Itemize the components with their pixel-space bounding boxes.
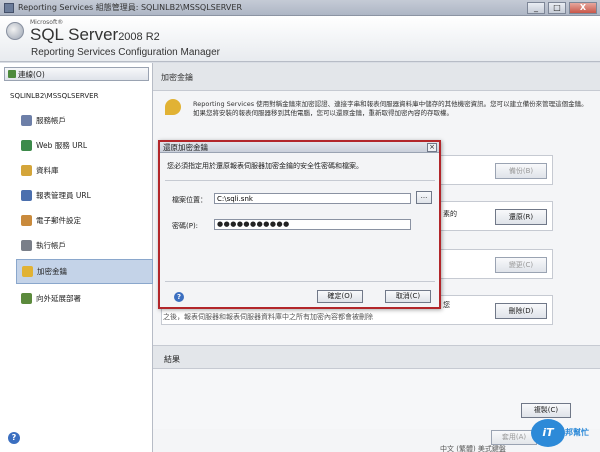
nav-item-label: 電子郵件設定 [36,215,81,225]
nav-item-label: 資料庫 [36,165,59,175]
nav-item-database[interactable]: 資料庫 [16,159,153,181]
dialog-message: 您必須指定用於還原報表伺服器加密金鑰的安全性密碼和檔案。 [167,162,363,170]
watermark-logo-a: iT [531,419,565,447]
ithome-watermark-logo: iT 邦幫忙 [531,419,597,449]
dialog-title: 還原加密金鑰 × [160,142,439,153]
nav-item-email-settings[interactable]: 電子郵件設定 [16,209,153,231]
brand-sql-text: SQL Server [30,25,119,44]
delete-partial-text-2: 之後，報表伺服器和報表伺服器資料庫中之所有加密內容都會被刪除 [163,313,373,321]
nav-item-web-service-url[interactable]: Web 服務 URL [16,134,153,156]
left-navigation: 連線(O) SQLINLB2\MSSQLSERVER 服務帳戶 Web 服務 U… [0,63,153,452]
nav-item-report-manager-url[interactable]: 報表管理員 URL [16,184,153,206]
nav-item-label: 報表管理員 URL [36,190,91,200]
nav-item-execution-account[interactable]: 執行帳戶 [16,234,153,256]
nav-item-label: 執行帳戶 [36,240,66,250]
section-header: 加密金鑰 [153,63,600,91]
password-input[interactable]: ●●●●●●●●●●● [214,219,411,230]
section-title: 加密金鑰 [161,73,193,82]
brand-version: 2008 R2 [118,31,160,43]
connect-button[interactable]: 連線(O) [4,67,149,81]
maximize-button[interactable]: □ [548,1,566,14]
dialog-separator [165,180,435,181]
restore-partial-text: 素的 [443,210,457,218]
key-icon [22,266,33,277]
delete-partial-text-1: 您 [443,301,450,309]
delete-button[interactable]: 刪除(D) [495,303,547,319]
nav-item-label: Web 服務 URL [36,140,87,150]
nav-item-label: 向外延展部署 [36,293,81,303]
brand-product-name: Reporting Services Configuration Manager [31,47,220,58]
brand-sql-server: SQL Server2008 R2 [30,25,160,45]
watermark-logo-b: 邦幫忙 [565,428,589,437]
backup-button[interactable]: 備份(B) [495,163,547,179]
nav-item-encryption-keys[interactable]: 加密金鑰 [16,259,153,284]
file-location-label: 檔案位置： [172,196,207,204]
file-location-input[interactable] [214,193,411,204]
dialog-close-button[interactable]: × [427,143,437,152]
window-title-bar: Reporting Services 組態管理員: SQLINLB2\MSSQL… [0,0,600,16]
report-manager-icon [21,189,32,201]
database-icon [21,164,32,176]
ok-button[interactable]: 確定(O) [317,290,363,303]
password-label: 密碼(P): [172,222,199,230]
description-text: Reporting Services 使用對稱金鑰來加密認證、連接字串和報表伺服… [193,100,588,117]
service-account-icon [21,114,32,126]
dialog-footer-separator [165,281,435,282]
nav-item-service-account[interactable]: 服務帳戶 [16,109,153,131]
nav-item-scale-out-deployment[interactable]: 向外延展部署 [16,287,153,309]
cancel-button[interactable]: 取消(C) [385,290,431,303]
web-service-icon [21,139,32,151]
results-title: 結果 [164,355,180,364]
restore-key-dialog: 還原加密金鑰 × 您必須指定用於還原報表伺服器加密金鑰的安全性密碼和檔案。 檔案… [158,140,441,309]
browse-button[interactable]: ... [416,191,432,204]
email-icon [21,214,32,226]
copy-button[interactable]: 複製(C) [521,403,571,418]
scale-out-icon [21,292,32,304]
results-header: 結果 [153,345,600,369]
connect-label: 連線(O) [18,69,45,79]
sql-server-logo-icon [6,22,24,40]
restore-button[interactable]: 還原(R) [495,209,547,225]
dialog-title-text: 還原加密金鑰 [163,143,208,152]
dialog-help-icon[interactable]: ? [174,292,184,302]
app-header: Microsoft® SQL Server2008 R2 Reporting S… [0,16,600,62]
help-icon[interactable]: ? [8,432,20,444]
encryption-key-icon [165,99,181,115]
change-button[interactable]: 變更(C) [495,257,547,273]
window-close-button[interactable]: X [569,1,597,14]
connect-icon [8,70,16,78]
window-title: Reporting Services 組態管理員: SQLINLB2\MSSQL… [18,3,243,12]
minimize-button[interactable]: _ [527,1,545,14]
app-icon [4,2,14,13]
server-name: SQLINLB2\MSSQLSERVER [10,92,99,100]
execution-account-icon [21,239,32,251]
input-method-status: 中文 (繁體) 美式鍵盤 [440,445,506,452]
nav-item-label: 服務帳戶 [36,115,66,125]
nav-item-label: 加密金鑰 [37,267,67,276]
